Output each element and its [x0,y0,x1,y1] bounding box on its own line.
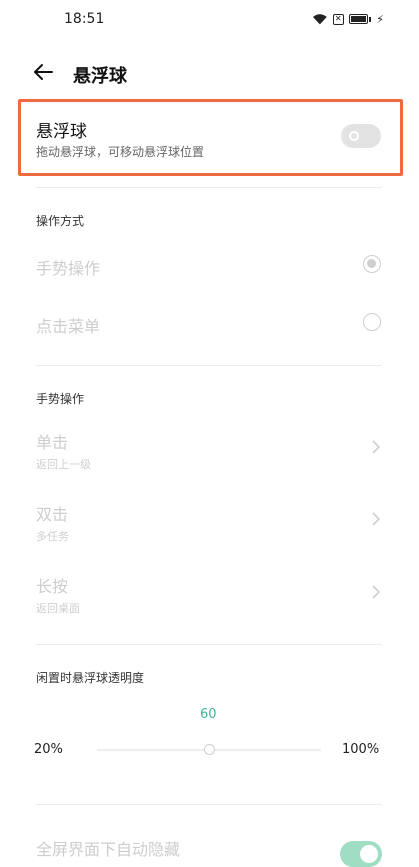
auto-hide-label[interactable]: 全屏界面下自动隐藏 [36,836,180,860]
battery-icon [348,14,369,24]
opacity-min-label: 20% [34,742,63,757]
gesture-section-title: 手势操作 [36,392,85,406]
back-arrow-icon[interactable] [32,62,54,82]
chevron-right-icon[interactable] [371,585,381,599]
sim-icon: ✕ [332,13,344,25]
divider [36,187,382,188]
auto-hide-toggle[interactable] [340,841,382,867]
divider [36,644,382,645]
opacity-section-title: 闲置时悬浮球透明度 [36,671,145,685]
page-title: 悬浮球 [73,66,127,87]
chevron-right-icon[interactable] [371,440,381,454]
gesture-single-tap-label[interactable]: 单击 [36,429,68,453]
option-gesture-radio[interactable] [363,255,381,273]
battery-tip [369,16,372,22]
status-icons: ✕ ⚡ [312,12,384,26]
option-gesture-label[interactable]: 手势操作 [36,255,100,279]
gesture-double-tap-label[interactable]: 双击 [36,501,68,525]
opacity-slider-thumb[interactable] [203,744,215,755]
chevron-right-icon[interactable] [371,512,381,526]
option-menu-label[interactable]: 点击菜单 [36,313,100,337]
opacity-slider-fill [97,749,209,751]
divider [36,804,382,805]
opacity-max-label: 100% [342,742,380,757]
gesture-single-tap-value: 返回上一级 [36,458,91,471]
charging-icon: ⚡ [376,12,384,26]
gesture-long-press-value: 返回桌面 [36,602,80,615]
status-time: 18:51 [64,11,105,27]
operation-mode-section-title: 操作方式 [36,214,85,228]
option-menu-radio[interactable] [363,313,381,331]
highlight-box [18,99,403,176]
gesture-double-tap-value: 多任务 [36,530,69,543]
wifi-icon [312,14,327,25]
divider [36,365,382,366]
toggle-knob [360,845,378,863]
gesture-long-press-label[interactable]: 长按 [36,573,68,597]
opacity-value: 60 [200,707,217,722]
